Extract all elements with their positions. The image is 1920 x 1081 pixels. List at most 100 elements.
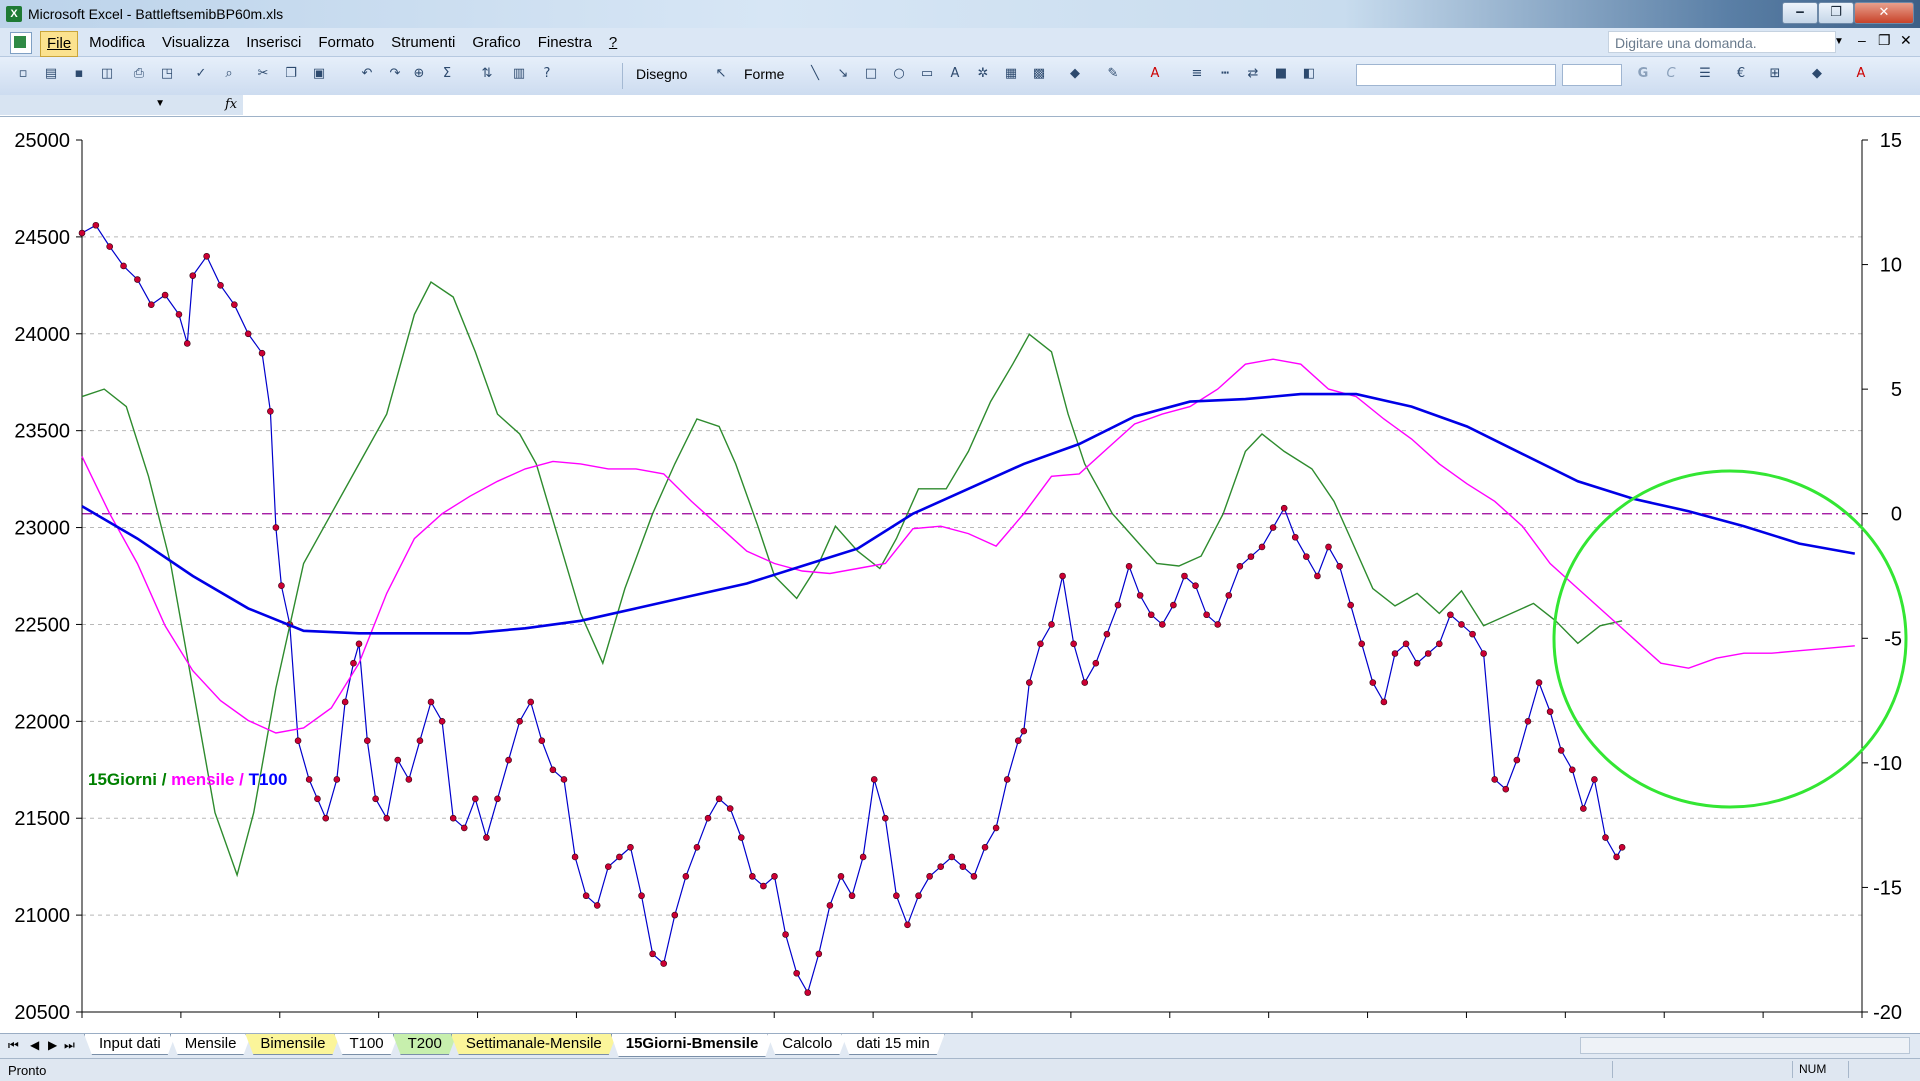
- text-color-icon[interactable]: A: [1852, 66, 1870, 84]
- menu-finestra[interactable]: Finestra: [532, 31, 598, 55]
- price-point: [1380, 698, 1388, 706]
- font-color-icon[interactable]: A: [1146, 66, 1164, 84]
- excel-app-icon[interactable]: X: [6, 6, 22, 22]
- price-point: [383, 814, 391, 822]
- insert-function-button[interactable]: fx: [175, 95, 243, 115]
- line-tool-icon[interactable]: ╲: [806, 66, 824, 84]
- menu-modifica[interactable]: Modifica: [83, 31, 151, 55]
- dash-style-icon[interactable]: ┅: [1216, 66, 1234, 84]
- price-point: [859, 853, 867, 861]
- minimize-window-button[interactable]: ‒: [1782, 2, 1818, 24]
- sheet-tab-dati-15-min[interactable]: dati 15 min: [841, 1034, 944, 1055]
- name-box[interactable]: ▼: [0, 95, 176, 115]
- price-point: [460, 824, 468, 832]
- menu-file[interactable]: File: [40, 31, 79, 57]
- line-color-icon[interactable]: ✎: [1104, 66, 1122, 84]
- oval-tool-icon[interactable]: ○: [890, 66, 908, 84]
- cut-icon[interactable]: ✂: [254, 66, 272, 84]
- horizontal-scrollbar[interactable]: [1580, 1037, 1910, 1054]
- workbook-icon[interactable]: [10, 32, 32, 54]
- line-style-icon[interactable]: ≡: [1188, 66, 1206, 84]
- workbook-close-button[interactable]: ✕: [1900, 32, 1912, 49]
- wordart-icon[interactable]: A: [946, 66, 964, 84]
- price-point: [1258, 543, 1266, 551]
- menu-visualizza[interactable]: Visualizza: [156, 31, 235, 55]
- chart-wizard-icon[interactable]: ▥: [510, 66, 528, 84]
- sheet-tab-t200[interactable]: T200: [393, 1034, 457, 1055]
- undo-icon[interactable]: ↶: [358, 66, 376, 84]
- chevron-down-icon[interactable]: ▼: [155, 98, 165, 109]
- shadow-icon[interactable]: ■: [1272, 66, 1290, 84]
- picture-icon[interactable]: ▩: [1030, 66, 1048, 84]
- menu-formato[interactable]: Formato: [312, 31, 380, 55]
- sheet-tab-settimanale-mensile[interactable]: Settimanale-Mensile: [451, 1034, 617, 1055]
- close-window-button[interactable]: ✕: [1854, 2, 1914, 24]
- price-point: [472, 795, 479, 803]
- copy-icon[interactable]: ❐: [282, 66, 300, 84]
- price-point: [1236, 563, 1244, 570]
- workbook-restore-button[interactable]: ❐: [1878, 32, 1891, 49]
- print-icon[interactable]: ⎙: [130, 66, 148, 84]
- hyperlink-icon[interactable]: ⊕: [410, 66, 428, 84]
- chevron-down-icon[interactable]: ▼: [1834, 36, 1844, 47]
- y-left-tick-label: 25000: [14, 130, 70, 152]
- maximize-window-button[interactable]: ❐: [1818, 2, 1854, 24]
- arrow-style-icon[interactable]: ⇄: [1244, 66, 1262, 84]
- print-preview-icon[interactable]: ◳: [158, 66, 176, 84]
- draw-menu-button[interactable]: Disegno: [636, 65, 687, 83]
- last-sheet-button[interactable]: ⏭: [64, 1038, 75, 1053]
- price-point: [981, 843, 989, 851]
- workbook-minimize-button[interactable]: ‒: [1858, 32, 1866, 48]
- sheet-tab-mensile[interactable]: Mensile: [170, 1034, 252, 1055]
- price-point: [1336, 563, 1343, 570]
- chart-svg[interactable]: 20500 21000 21500 22000 22500 23000 23500 24000…: [0, 118, 1920, 1035]
- help-search-input[interactable]: Digitare una domanda.: [1608, 31, 1836, 53]
- help-icon[interactable]: ?: [538, 66, 556, 84]
- menu-strumenti[interactable]: Strumenti: [385, 31, 461, 55]
- italic-button[interactable]: C: [1662, 66, 1680, 84]
- font-size-select[interactable]: [1562, 64, 1622, 86]
- y-right-tick-label: 15: [1880, 130, 1902, 152]
- permission-icon[interactable]: ◫: [98, 66, 116, 84]
- menu-help[interactable]: ?: [603, 31, 623, 55]
- sheet-tab-input-dati[interactable]: Input dati: [84, 1034, 176, 1055]
- price-point: [1424, 650, 1432, 657]
- borders-icon[interactable]: ⊞: [1766, 66, 1784, 84]
- menu-inserisci[interactable]: Inserisci: [240, 31, 307, 55]
- arrow-tool-icon[interactable]: ↘: [834, 66, 852, 84]
- price-point: [604, 863, 612, 870]
- sheet-tab-bimensile[interactable]: Bimensile: [245, 1034, 340, 1055]
- autosum-icon[interactable]: Σ: [438, 66, 456, 84]
- menu-grafico[interactable]: Grafico: [466, 31, 526, 55]
- rectangle-tool-icon[interactable]: □: [862, 66, 880, 84]
- autoshapes-menu-button[interactable]: Forme: [744, 65, 784, 83]
- price-point: [970, 873, 978, 880]
- font-name-select[interactable]: [1356, 64, 1556, 86]
- paste-icon[interactable]: ▣: [310, 66, 328, 84]
- redo-icon[interactable]: ↷: [386, 66, 404, 84]
- sheet-tab-15giorni-bmensile[interactable]: 15Giorni-Bmensile: [611, 1034, 774, 1057]
- 3d-style-icon[interactable]: ◧: [1300, 66, 1318, 84]
- sort-ascending-icon[interactable]: ⇅: [478, 66, 496, 84]
- fill-color-icon[interactable]: ◆: [1066, 66, 1084, 84]
- open-folder-icon[interactable]: ▤: [42, 66, 60, 84]
- select-arrow-icon[interactable]: ↖: [712, 66, 730, 84]
- clipart-icon[interactable]: ▦: [1002, 66, 1020, 84]
- prev-sheet-button[interactable]: ◀: [30, 1038, 39, 1052]
- currency-button[interactable]: €: [1732, 66, 1750, 84]
- sheet-tab-t100[interactable]: T100: [334, 1034, 398, 1055]
- new-file-icon[interactable]: ▫: [14, 66, 32, 84]
- highlight-fill-icon[interactable]: ◆: [1808, 66, 1826, 84]
- bold-button[interactable]: G: [1634, 66, 1652, 84]
- diagram-icon[interactable]: ✲: [974, 66, 992, 84]
- spelling-icon[interactable]: ✓: [192, 66, 210, 84]
- first-sheet-button[interactable]: ⏮: [8, 1038, 19, 1053]
- research-icon[interactable]: ⌕: [220, 66, 238, 84]
- next-sheet-button[interactable]: ▶: [48, 1038, 57, 1052]
- align-center-icon[interactable]: ☰: [1696, 66, 1714, 84]
- sheet-tab-calcolo[interactable]: Calcolo: [767, 1034, 847, 1055]
- text-box-icon[interactable]: ▭: [918, 66, 936, 84]
- save-icon[interactable]: ▪: [70, 66, 88, 84]
- chart-area[interactable]: 20500 21000 21500 22000 22500 23000 23500 24000…: [0, 118, 1920, 1035]
- price-point: [1436, 640, 1443, 648]
